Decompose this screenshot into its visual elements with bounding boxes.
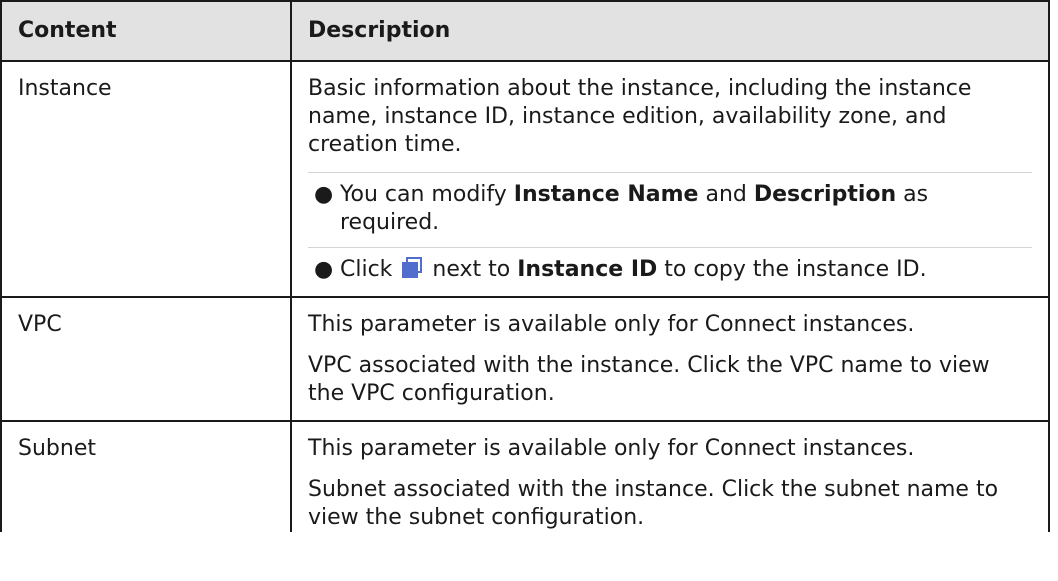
bullet-text: You can modify xyxy=(340,182,514,207)
copy-icon xyxy=(401,257,423,279)
table-row: Instance Basic information about the ins… xyxy=(0,60,1050,298)
row-availability-note: This parameter is available only for Con… xyxy=(308,436,915,461)
table-header-row: Content Description xyxy=(0,0,1050,62)
header-description: Description xyxy=(290,0,1050,62)
bullet-bold-instance-id: Instance ID xyxy=(517,257,658,282)
bullet-bold-instance-name: Instance Name xyxy=(513,182,699,207)
bullet-text: to copy the instance ID. xyxy=(657,257,927,282)
bullet-item: ● Click next to Instance ID to copy the … xyxy=(308,247,1032,284)
bullet-dot: ● xyxy=(314,182,334,207)
row-detail: VPC associated with the instance. Click … xyxy=(308,353,990,406)
bullet-text: and xyxy=(698,182,754,207)
bullet-dot: ● xyxy=(314,257,334,282)
row-description: This parameter is available only for Con… xyxy=(290,420,1050,532)
table-row: VPC This parameter is available only for… xyxy=(0,296,1050,422)
parameter-table: Content Description Instance Basic infor… xyxy=(0,0,1050,532)
row-name: Instance xyxy=(0,60,292,298)
bullet-list: ● You can modify Instance Name and Descr… xyxy=(308,172,1032,284)
row-detail: Subnet associated with the instance. Cli… xyxy=(308,477,999,530)
bullet-text: Click xyxy=(340,257,400,282)
bullet-text: next to xyxy=(425,257,518,282)
bullet-bold-description: Description xyxy=(753,182,897,207)
row-availability-note: This parameter is available only for Con… xyxy=(308,312,915,337)
table-row: Subnet This parameter is available only … xyxy=(0,420,1050,532)
row-name: Subnet xyxy=(0,420,292,532)
row-description: Basic information about the instance, in… xyxy=(290,60,1050,298)
row-intro: Basic information about the instance, in… xyxy=(308,76,972,157)
header-content: Content xyxy=(0,0,292,62)
row-name: VPC xyxy=(0,296,292,422)
row-description: This parameter is available only for Con… xyxy=(290,296,1050,422)
bullet-item: ● You can modify Instance Name and Descr… xyxy=(308,172,1032,237)
